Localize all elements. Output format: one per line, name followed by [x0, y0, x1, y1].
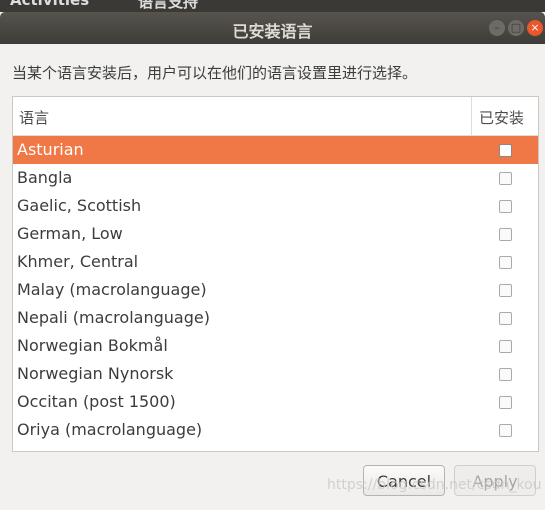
list-item[interactable]: Gaelic, Scottish	[13, 192, 538, 220]
title-bar: 已安装语言 – □ ×	[0, 12, 545, 44]
instruction-text: 当某个语言安装后，用户可以在他们的语言设置里进行选择。	[12, 64, 418, 82]
watermark: https://blog.csdn.net/csdn_kou	[327, 477, 542, 493]
language-name: Khmer, Central	[17, 252, 139, 271]
list-header: 语言 已安装	[13, 97, 538, 136]
language-list[interactable]: 语言 已安装 Asturian Bangla Gaelic, Scottish Ger…	[12, 96, 539, 452]
installed-checkbox[interactable]	[499, 172, 512, 185]
installed-checkbox[interactable]	[499, 200, 512, 213]
language-name: Nepali (macrolanguage)	[17, 308, 210, 327]
installed-checkbox[interactable]	[499, 396, 512, 409]
language-name: Bangla	[17, 168, 73, 187]
language-name: Norwegian Bokmål	[17, 336, 168, 355]
list-item[interactable]: German, Low	[13, 220, 538, 248]
language-name: Oriya (macrolanguage)	[17, 420, 203, 439]
list-item[interactable]: Bangla	[13, 164, 538, 192]
installed-checkbox[interactable]	[499, 340, 512, 353]
window-title: 已安装语言	[232, 22, 313, 41]
installed-checkbox[interactable]	[499, 256, 512, 269]
installed-checkbox[interactable]	[499, 284, 512, 297]
list-item[interactable]: Malay (macrolanguage)	[13, 276, 538, 304]
installed-checkbox[interactable]	[499, 424, 512, 437]
installed-checkbox[interactable]	[499, 144, 512, 157]
list-item[interactable]: Asturian	[13, 136, 538, 164]
installed-checkbox[interactable]	[499, 312, 512, 325]
installed-checkbox[interactable]	[499, 368, 512, 381]
list-item[interactable]: Nepali (macrolanguage)	[13, 304, 538, 332]
language-name: Asturian	[17, 140, 84, 159]
column-language[interactable]: 语言	[19, 107, 49, 128]
list-item[interactable]: Norwegian Bokmål	[13, 332, 538, 360]
column-installed[interactable]: 已安装	[471, 97, 524, 135]
language-name: Malay (macrolanguage)	[17, 280, 207, 299]
maximize-button[interactable]: □	[508, 20, 524, 36]
list-item[interactable]: Oriya (macrolanguage)	[13, 416, 538, 444]
language-name: Norwegian Nynorsk	[17, 364, 174, 383]
activities-button[interactable]: Activities	[10, 0, 89, 9]
close-button[interactable]: ×	[527, 20, 543, 36]
top-bar: Activities 语言支持	[0, 0, 545, 12]
list-item[interactable]: Occitan (post 1500)	[13, 388, 538, 416]
installed-checkbox[interactable]	[499, 228, 512, 241]
language-name: Gaelic, Scottish	[17, 196, 142, 215]
app-menu[interactable]: 语言支持	[138, 0, 198, 12]
minimize-button[interactable]: –	[489, 20, 505, 36]
language-name: Occitan (post 1500)	[17, 392, 176, 411]
list-item[interactable]: Khmer, Central	[13, 248, 538, 276]
language-name: German, Low	[17, 224, 123, 243]
list-item[interactable]: Norwegian Nynorsk	[13, 360, 538, 388]
